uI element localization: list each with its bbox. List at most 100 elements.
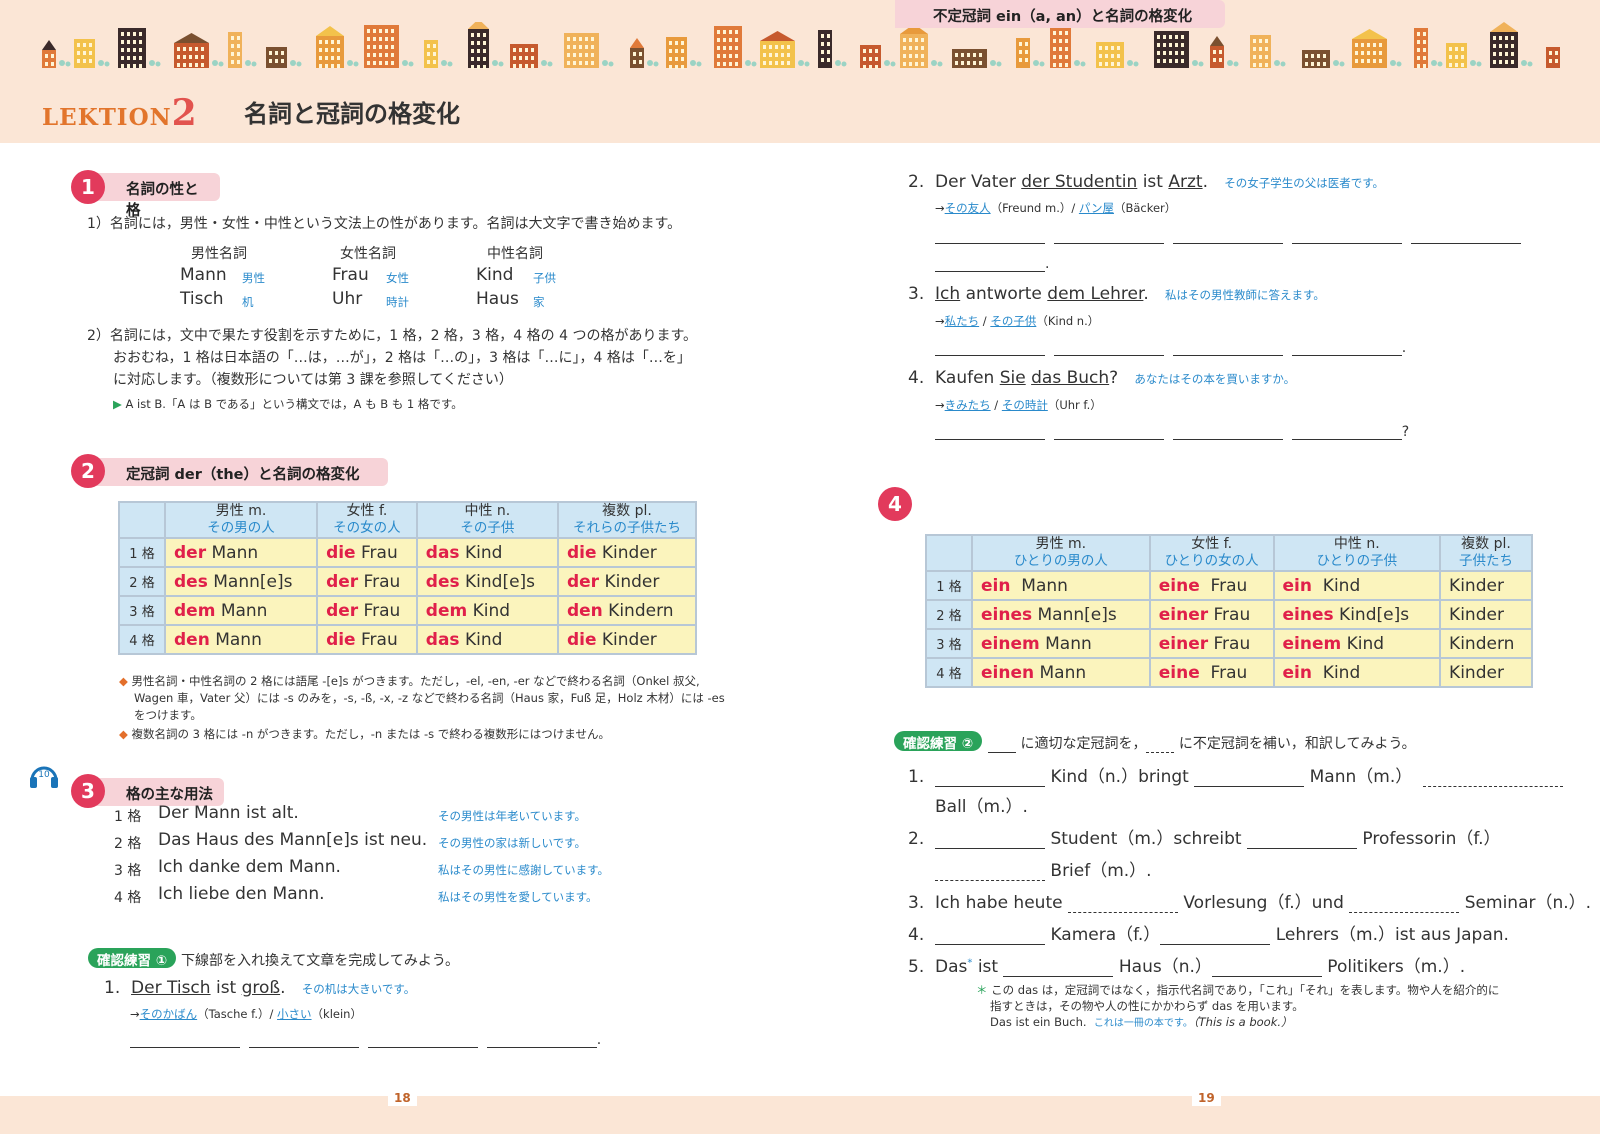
d2-item3: 3. Ich habe heute Vorlesung（f.）und Semin… [908,893,1592,913]
d2-blank[interactable] [935,769,1046,787]
d1-item1-hint: →そのかばん（Tasche f.）/ 小さい（klein） [130,1007,362,1021]
d2-item2-cont: Brief（m.）. [935,856,1152,881]
case-label: 1 格 [925,570,973,601]
d1-item1-answer[interactable]: . [130,1030,601,1048]
lektion-number: 2 [171,92,198,134]
noun-haus-ja: 家 [533,295,545,309]
usage-japanese: 私はその男性を愛しています。 [438,890,598,904]
section-1-title: 名詞の性と格 [88,173,220,219]
d2-item1-cont: Ball（m.）. [935,797,1028,817]
table-cell: Kinder [1439,599,1533,630]
d2-blank[interactable] [1067,895,1178,913]
noun-uhr-ja: 時計 [386,295,409,309]
section-3-badge: 3 [71,774,105,808]
town-skyline-icon [42,22,1560,69]
d2-blank[interactable] [1349,895,1460,913]
s1-note: ▶ A ist B.「A は B である」という構文では，A も B も 1 格… [113,396,463,412]
d2-blank[interactable] [1160,927,1271,945]
table-header: 女性 f. ひとりの女の人 [1148,534,1275,572]
d2-blank[interactable] [1246,831,1357,849]
s1-note-text: A ist B.「A は B である」という構文では，A も B も 1 格です… [125,397,463,411]
table-cell: die Kinder [556,624,698,655]
s2-note1b: Wagen 車，Vater 父）には -s のみを，-s, -ß, -x, -z… [134,691,725,705]
headphones-icon[interactable]: 10 [28,760,60,790]
page-number-left: 18 [388,1090,417,1106]
d2-blank[interactable] [935,831,1046,849]
head-masc: 男性名詞 [191,246,247,262]
noun-frau-ja: 女性 [386,271,409,285]
s2-note1a: ◆ 男性名詞・中性名詞の 2 格には語尾 -[e]s がつきます。ただし，-el… [119,674,700,688]
case-label: 3 格 [925,628,973,659]
table-cell: eines Kind[e]s [1272,599,1442,630]
section-2-title: 定冠詞 der（the）と名詞の格変化 [88,458,388,486]
s2-note1c: をつけます。 [134,708,202,722]
noun-haus: Haus [476,289,519,309]
table-corner [118,501,166,539]
table-header: 中性 n. ひとりの子供 [1272,534,1442,572]
diamond-bullet-icon: ◆ [119,727,128,741]
case-label: 2 格 [118,566,166,597]
d1-item2-answer-a[interactable] [935,226,1521,244]
usage-case: 2 格 [114,836,142,852]
table-cell: der Kinder [556,566,698,597]
chapter-title: 名詞と冠詞の格変化 [244,100,460,128]
noun-tisch-ja: 机 [242,295,254,309]
d2-blank[interactable] [935,863,1045,881]
drill-2-label: 確認練習 ② [894,731,983,752]
table-cell: eine Frau [1148,570,1275,601]
d2-blank[interactable] [1194,769,1305,787]
table-header: 複数 pl. それらの子供たち [556,501,698,539]
head-neut: 中性名詞 [487,246,543,262]
table-cell: das Kind [415,537,559,568]
audio-track: 10 [38,770,50,780]
noun-tisch: Tisch [180,289,224,309]
d2-blank[interactable] [935,927,1046,945]
footnote-1: ＊ この das は，定冠詞ではなく，指示代名詞であり，「これ」「それ」を表しま… [976,983,1500,997]
d1-item1: 1. Der Tisch ist groß. その机は大きいです。 [104,978,416,998]
d2-blank[interactable] [1211,959,1322,977]
table-cell: Kinder [1439,570,1533,601]
footnote-2: 指すときは，その物や人の性にかかわらず das を用います。 [990,999,1304,1013]
d2-blank[interactable] [1003,959,1114,977]
d1-item3-answer[interactable]: . [935,338,1406,356]
s1-p2c: に対応します。（複数形については第 3 課を参照してください） [113,372,513,388]
drill-1-instruction: 下線部を入れ換えて文章を完成してみよう。 [181,953,460,969]
table-cell: der Frau [316,566,418,597]
d2-item1: 1. Kind（n.）bringt Mann（m.） [908,762,1564,787]
d1-item4-answer[interactable]: ? [935,422,1409,440]
s1-p2b: おおむね，1 格は日本語の「…は，…が」，2 格は「…の」，3 格は「…に」，4… [113,350,691,366]
table-cell: Kindern [1439,628,1533,659]
noun-frau: Frau [332,265,369,285]
table-cell: einen Mann [971,657,1151,688]
table-row: 3 格 einem Mann einer Frau einem Kind Kindern [925,628,1533,659]
table-cell: einem Kind [1272,628,1442,659]
table-cell: Kinder [1439,657,1533,688]
usage-german: Der Mann ist alt. [158,803,299,823]
table-cell: den Kindern [556,595,698,626]
lektion-label: LEKTION2 [42,92,198,134]
noun-kind: Kind [476,265,514,285]
table-header: 男性 m. ひとりの男の人 [971,534,1151,572]
table-cell: eine Frau [1148,657,1275,688]
table-cell: dem Kind [415,595,559,626]
d1-item3-hint: →私たち / その子供（Kind n.） [935,314,1100,328]
usage-case: 1 格 [114,809,142,825]
table-row: 2 格 des Mann[e]s der Frau des Kind[e]s der K… [118,566,698,597]
table-cell: einer Frau [1148,628,1275,659]
d2-blank[interactable] [1423,769,1564,787]
table-row: 2 格 eines Mann[e]s einer Frau eines Kind[e]… [925,599,1533,630]
usage-japanese: その男性は年老いています。 [438,809,587,823]
section-2-badge: 2 [71,454,105,488]
d1-item2-answer-b[interactable]: . [935,254,1049,272]
table-cell: der Frau [316,595,418,626]
d1-item3: 3. Ich antworte dem Lehrer. 私はその男性教師に答えま… [908,284,1325,304]
definite-article-table: 男性 m. その男の人 女性 f. その女の人 中性 n. その子供 複数 pl. それらの子… [118,501,698,655]
d2-item2: 2. Student（m.）schreibt Professorin（f.） [908,829,1501,849]
table-cell: eines Mann[e]s [971,599,1151,630]
usage-case: 4 格 [114,890,142,906]
head-fem: 女性名詞 [340,246,396,262]
d1-item2-hint: →その友人（Freund m.）/ パン屋（Bäcker） [935,201,1177,215]
section-3-title: 格の主な用法 [88,778,224,806]
drill-2-instruction: に適切な定冠詞を， に不定冠詞を補い，和訳してみよう。 [988,733,1416,753]
noun-mann-ja: 男性 [242,271,265,285]
